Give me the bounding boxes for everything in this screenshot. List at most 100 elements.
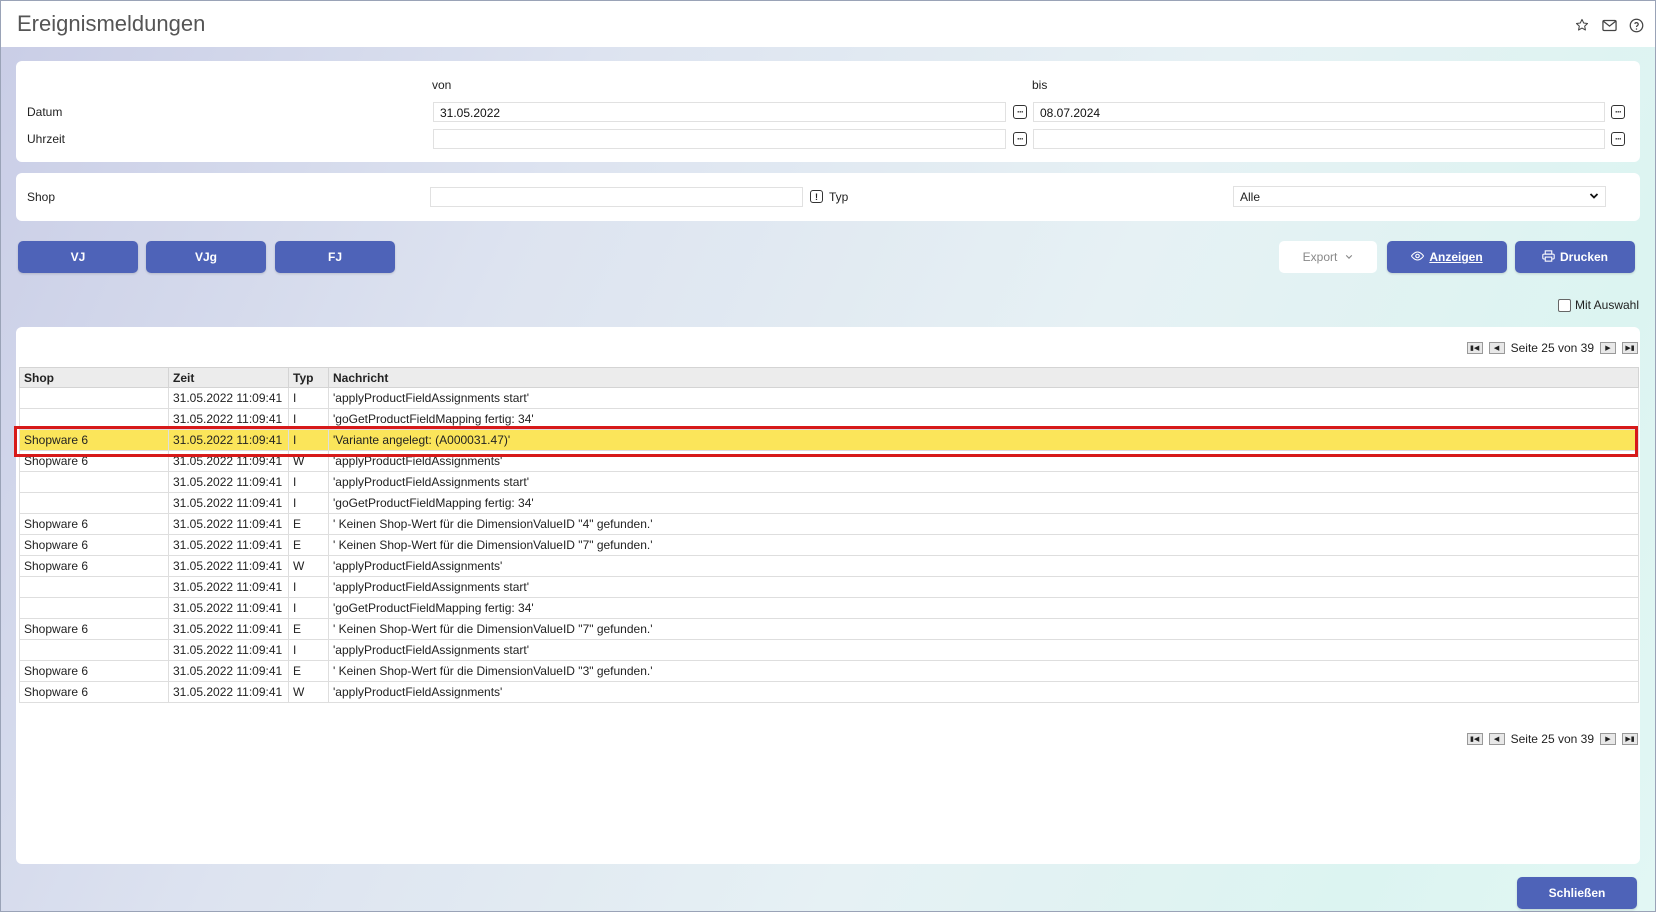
vj-button[interactable]: VJ — [18, 241, 138, 273]
cell-shop — [19, 471, 169, 493]
table-row[interactable]: Shopware 6 31.05.2022 11:09:41 I 'Variante … — [19, 429, 1639, 451]
cell-typ: E — [288, 660, 329, 682]
table-row[interactable]: Shopware 6 31.05.2022 11:09:41 W'applyProd… — [19, 681, 1639, 703]
cell-zeit: 31.05.2022 11:09:41 — [168, 450, 289, 472]
cell-shop: Shopware 6 — [19, 534, 169, 556]
cell-zeit: 31.05.2022 11:09:41 — [168, 660, 289, 682]
chevron-down-icon — [1345, 250, 1353, 264]
table-row[interactable]: Shopware 6 31.05.2022 11:09:41 E ' Keinen S… — [19, 618, 1639, 640]
first-page-button[interactable]: ▮◀ — [1466, 733, 1483, 745]
mail-icon[interactable] — [1600, 16, 1618, 34]
shop-lookup-icon[interactable]: ! — [810, 190, 823, 203]
shop-input[interactable] — [430, 187, 803, 207]
table-row[interactable]: Shopware 6 31.05.2022 11:09:41 E ' Keinen S… — [19, 660, 1639, 682]
table-row[interactable]: 31.05.2022 11:09:41 I'goGetProductFieldMa… — [19, 492, 1639, 514]
uhrzeit-von-picker-button[interactable]: ··· — [1013, 132, 1027, 146]
uhrzeit-bis-picker-button[interactable]: ··· — [1611, 132, 1625, 146]
cell-zeit: 31.05.2022 11:09:41 — [168, 429, 289, 451]
column-header-shop[interactable]: Shop — [19, 367, 169, 388]
typ-select[interactable]: Alle — [1233, 186, 1606, 207]
pager-text: Seite 25 von 39 — [1510, 341, 1594, 355]
cell-nachricht: 'applyProductFieldAssignments' — [328, 450, 1639, 472]
datum-bis-input[interactable]: 08.07.2024 — [1033, 102, 1605, 122]
typ-select-value: Alle — [1240, 190, 1261, 204]
vjg-button[interactable]: VJg — [146, 241, 266, 273]
datum-von-picker-button[interactable]: ··· — [1013, 105, 1027, 119]
printer-icon — [1542, 249, 1555, 265]
event-table: Shop Zeit Typ Nachricht 31.05.2022 11:09… — [19, 367, 1639, 703]
mit-auswahl-option[interactable]: Mit Auswahl — [1557, 298, 1639, 312]
table-row[interactable]: 31.05.2022 11:09:41 I'applyProductFieldAs… — [19, 471, 1639, 493]
table-row[interactable]: Shopware 6 31.05.2022 11:09:41 W'applyProd… — [19, 555, 1639, 577]
cell-shop: Shopware 6 — [19, 429, 169, 451]
drucken-button[interactable]: Drucken — [1515, 241, 1635, 273]
cell-zeit: 31.05.2022 11:09:41 — [168, 534, 289, 556]
first-page-button[interactable]: ▮◀ — [1466, 342, 1483, 354]
last-page-button[interactable]: ▶▮ — [1622, 342, 1638, 354]
uhrzeit-von-input[interactable] — [433, 129, 1006, 149]
table-row[interactable]: Shopware 6 31.05.2022 11:09:41 W'applyProd… — [19, 450, 1639, 472]
cell-shop — [19, 387, 169, 409]
bis-label: bis — [1032, 78, 1048, 92]
cell-nachricht: ' Keinen Shop-Wert für die DimensionValu… — [328, 513, 1639, 535]
column-header-zeit[interactable]: Zeit — [168, 367, 289, 388]
cell-zeit: 31.05.2022 11:09:41 — [168, 492, 289, 514]
cell-zeit: 31.05.2022 11:09:41 — [168, 618, 289, 640]
datum-von-input[interactable]: 31.05.2022 — [433, 102, 1006, 122]
table-body: 31.05.2022 11:09:41 I'applyProductFieldAs… — [19, 387, 1639, 703]
pager-text: Seite 25 von 39 — [1510, 732, 1594, 746]
prev-page-button[interactable]: ◀ — [1488, 733, 1505, 745]
table-row[interactable]: 31.05.2022 11:09:41 I'applyProductFieldAs… — [19, 639, 1639, 661]
column-header-nachricht[interactable]: Nachricht — [328, 367, 1639, 388]
export-button[interactable]: Export — [1279, 241, 1377, 273]
cell-nachricht: 'applyProductFieldAssignments start' — [328, 639, 1639, 661]
cell-typ: E — [288, 534, 329, 556]
prev-page-button[interactable]: ◀ — [1488, 342, 1505, 354]
cell-zeit: 31.05.2022 11:09:41 — [168, 387, 289, 409]
table-row[interactable]: 31.05.2022 11:09:41 I'goGetProductFieldMa… — [19, 597, 1639, 619]
cell-shop: Shopware 6 — [19, 681, 169, 703]
star-icon[interactable] — [1573, 16, 1591, 34]
von-label: von — [432, 78, 452, 92]
cell-nachricht: 'applyProductFieldAssignments start' — [328, 387, 1639, 409]
typ-label: Typ — [829, 190, 849, 204]
mit-auswahl-checkbox[interactable] — [1557, 298, 1571, 312]
cell-shop: Shopware 6 — [19, 618, 169, 640]
cell-zeit: 31.05.2022 11:09:41 — [168, 576, 289, 598]
cell-typ: I — [288, 576, 329, 598]
last-page-button[interactable]: ▶▮ — [1622, 733, 1638, 745]
table-row[interactable]: Shopware 6 31.05.2022 11:09:41 E ' Keinen S… — [19, 513, 1639, 535]
help-icon[interactable] — [1627, 16, 1645, 34]
chevron-down-icon — [1589, 190, 1599, 204]
datum-bis-picker-button[interactable]: ··· — [1611, 105, 1625, 119]
cell-zeit: 31.05.2022 11:09:41 — [168, 597, 289, 619]
column-header-typ[interactable]: Typ — [288, 367, 329, 388]
cell-nachricht: 'Variante angelegt: (A000031.47)' — [328, 429, 1639, 451]
cell-typ: I — [288, 597, 329, 619]
cell-shop: Shopware 6 — [19, 660, 169, 682]
cell-zeit: 31.05.2022 11:09:41 — [168, 555, 289, 577]
cell-zeit: 31.05.2022 11:09:41 — [168, 471, 289, 493]
uhrzeit-bis-input[interactable] — [1033, 129, 1605, 149]
cell-nachricht: 'applyProductFieldAssignments' — [328, 555, 1639, 577]
table-row[interactable]: 31.05.2022 11:09:41 I'applyProductFieldAs… — [19, 576, 1639, 598]
table-row[interactable]: 31.05.2022 11:09:41 I'goGetProductFieldMa… — [19, 408, 1639, 430]
cell-typ: I — [288, 408, 329, 430]
cell-zeit: 31.05.2022 11:09:41 — [168, 513, 289, 535]
anzeigen-button[interactable]: Anzeigen — [1387, 241, 1507, 273]
cell-zeit: 31.05.2022 11:09:41 — [168, 681, 289, 703]
fj-button[interactable]: FJ — [275, 241, 395, 273]
title-bar: Ereignismeldungen — [1, 1, 1655, 47]
next-page-button[interactable]: ▶ — [1600, 342, 1616, 354]
cell-nachricht: ' Keinen Shop-Wert für die DimensionValu… — [328, 534, 1639, 556]
pager-bottom: ▮◀ ◀ Seite 25 von 39 ▶ ▶▮ — [1466, 732, 1638, 746]
cell-zeit: 31.05.2022 11:09:41 — [168, 639, 289, 661]
table-header-row: Shop Zeit Typ Nachricht — [19, 367, 1639, 388]
anzeigen-label: Anzeigen — [1429, 250, 1483, 264]
cell-nachricht: 'goGetProductFieldMapping fertig: 34' — [328, 408, 1639, 430]
table-row[interactable]: 31.05.2022 11:09:41 I'applyProductFieldAs… — [19, 387, 1639, 409]
table-row[interactable]: Shopware 6 31.05.2022 11:09:41 E ' Keinen S… — [19, 534, 1639, 556]
cell-nachricht: ' Keinen Shop-Wert für die DimensionValu… — [328, 660, 1639, 682]
next-page-button[interactable]: ▶ — [1600, 733, 1616, 745]
schliessen-button[interactable]: Schließen — [1517, 877, 1637, 909]
